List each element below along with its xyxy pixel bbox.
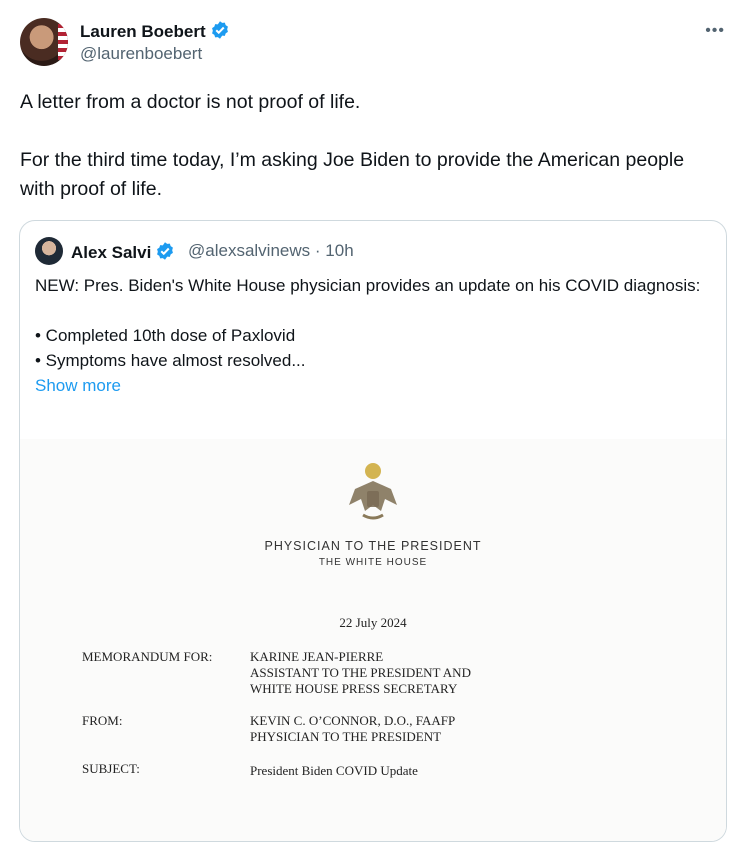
more-options-icon[interactable]: •••: [705, 22, 725, 40]
tweet-text: A letter from a doctor is not proof of l…: [20, 88, 710, 204]
quote-line: NEW: Pres. Biden's White House physician…: [35, 276, 701, 295]
author-name[interactable]: Lauren Boebert: [80, 22, 206, 41]
author-handle[interactable]: @laurenboebert: [80, 44, 202, 64]
quoted-tweet-card[interactable]: Alex Salvi @alexsalvinews · 10h NEW: Pre…: [19, 220, 727, 842]
memo-line: KARINE JEAN-PIERRE: [250, 649, 384, 664]
document-subheading: THE WHITE HOUSE: [318, 557, 428, 568]
quote-line: • Completed 10th dose of Paxlovid: [35, 326, 296, 345]
quote-author-name: Alex Salvi: [71, 243, 152, 262]
quote-timestamp: 10h: [325, 241, 354, 260]
from-line: KEVIN C. O’CONNOR, D.O., FAAFP: [250, 713, 456, 728]
quote-text: NEW: Pres. Biden's White House physician…: [35, 273, 705, 398]
tweet-paragraph: For the third time today, I’m asking Joe…: [20, 149, 685, 200]
subject-label: SUBJECT:: [82, 761, 140, 776]
show-more-link[interactable]: Show more: [35, 373, 705, 398]
quote-meta: @alexsalvinews · 10h: [188, 241, 354, 261]
from-line: PHYSICIAN TO THE PRESIDENT: [250, 729, 442, 744]
from-label: FROM:: [82, 713, 123, 728]
memo-line: WHITE HOUSE PRESS SECRETARY: [250, 681, 458, 696]
document-date: 22 July 2024: [339, 615, 407, 630]
from-value: KEVIN C. O’CONNOR, D.O., FAAFP PHYSICIAN…: [250, 713, 455, 745]
document-heading: PHYSICIAN TO THE PRESIDENT: [264, 539, 482, 553]
memo-line: ASSISTANT TO THE PRESIDENT AND: [250, 665, 471, 680]
quote-line: • Symptoms have almost resolved...: [35, 351, 306, 370]
quote-author-name-row: Alex Salvi: [71, 241, 175, 266]
meta-separator: ·: [314, 241, 321, 260]
tweet-paragraph: A letter from a doctor is not proof of l…: [20, 91, 361, 113]
author-avatar[interactable]: [20, 18, 68, 66]
memo-label: MEMORANDUM FOR:: [82, 649, 213, 664]
subject-value: President Biden COVID Update: [250, 763, 418, 778]
verified-badge-icon: [155, 241, 175, 266]
memo-recipient: KARINE JEAN-PIERRE ASSISTANT TO THE PRES…: [250, 649, 471, 697]
document-image[interactable]: PHYSICIAN TO THE PRESIDENT THE WHITE HOU…: [20, 439, 726, 841]
verified-badge-icon: [210, 20, 230, 45]
quote-author-avatar: [35, 237, 63, 265]
author-name-row[interactable]: Lauren Boebert: [80, 20, 230, 45]
quote-author-handle: @alexsalvinews: [188, 241, 311, 260]
presidential-seal-icon: [349, 463, 397, 520]
